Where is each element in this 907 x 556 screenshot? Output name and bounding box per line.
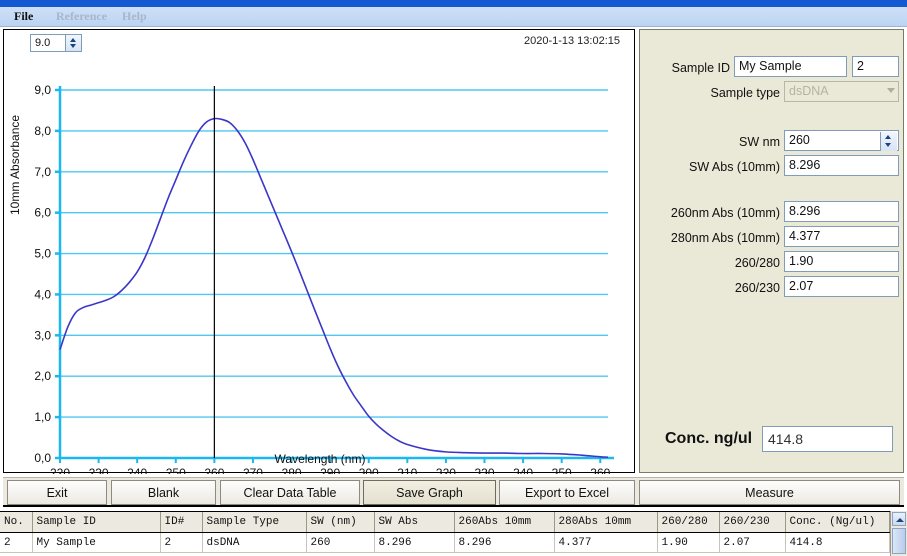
chevron-down-icon[interactable] [887, 88, 895, 93]
y-axis-tick-label: 9,0 [34, 83, 51, 97]
x-axis-tick-label: 330 [474, 466, 494, 474]
table-column-header[interactable]: ID# [160, 512, 203, 533]
y-axis-tick-label: 2,0 [34, 369, 51, 383]
x-axis-tick-label: 350 [552, 466, 572, 474]
y-axis-tick-label: 7,0 [34, 165, 51, 179]
table-column-header[interactable]: Sample Type [202, 512, 307, 533]
x-axis-tick-label: 310 [397, 466, 417, 474]
menu-item-reference: Reference [56, 9, 108, 23]
y-axis-tick-label: 1,0 [34, 410, 51, 424]
x-axis-tick-label: 240 [127, 466, 147, 474]
sample-id-label: Sample ID [671, 61, 730, 75]
x-axis-tick-label: 280 [282, 466, 302, 474]
action-button-bar: Exit Blank Clear Data Table Save Graph E… [3, 477, 904, 507]
y-axis-label: 10mm Absorbance [8, 114, 22, 215]
application-window: File Reference Help 9.0 2020-1-13 13:02:… [0, 0, 907, 556]
table-cell[interactable]: 2.07 [719, 532, 786, 553]
table-column-header[interactable]: SW Abs [374, 512, 455, 533]
sw-abs-value[interactable]: 8.296 [784, 155, 899, 176]
measure-button[interactable]: Measure [639, 480, 900, 505]
table-vertical-scrollbar[interactable] [890, 511, 907, 556]
spectrum-plot[interactable]: 0,01,02,03,04,05,06,07,08,09,0220 230 240 2… [4, 30, 636, 474]
x-axis-tick-label: 250 [166, 466, 186, 474]
x-axis-label: Wavelength (nm) [274, 452, 366, 466]
ratio-260-230-value[interactable]: 2.07 [784, 276, 899, 297]
x-axis-tick-label: 290 [320, 466, 340, 474]
table-column-header[interactable]: 260/280 [657, 512, 720, 533]
table-cell[interactable]: 4.377 [554, 532, 658, 553]
y-axis-tick-label: 8,0 [34, 124, 51, 138]
sw-nm-spinner[interactable] [880, 132, 897, 151]
triangle-up-icon [896, 518, 904, 522]
concentration-label: Conc. ng/ul [665, 430, 753, 447]
table-cell[interactable]: 2 [0, 532, 33, 553]
spinner-down-arrow-icon[interactable] [885, 143, 891, 147]
table-column-header[interactable]: 260/230 [719, 512, 786, 533]
table-cell[interactable]: My Sample [32, 532, 161, 553]
menu-item-file[interactable]: File [14, 9, 33, 24]
ratio-260-280-value[interactable]: 1.90 [784, 251, 899, 272]
abs280-label: 280nm Abs (10mm) [670, 231, 780, 245]
x-axis-tick-label: 320 [436, 466, 456, 474]
sample-number-input[interactable]: 2 [852, 56, 899, 77]
table-column-header[interactable]: 280Abs 10mm [554, 512, 658, 533]
x-axis-tick-label: 220 [50, 466, 70, 474]
table-cell[interactable]: 2 [160, 532, 203, 553]
x-axis-tick-label: 360 [590, 466, 610, 474]
y-axis-tick-label: 5,0 [34, 247, 51, 261]
clear-data-table-button[interactable]: Clear Data Table [220, 480, 360, 505]
sw-nm-label: SW nm [739, 135, 780, 149]
data-table-container[interactable]: No. Sample ID ID# Sample Type SW (nm) SW Abs 2… [0, 511, 907, 556]
sample-type-label: Sample type [710, 86, 780, 100]
title-bar [0, 0, 907, 7]
abs260-value[interactable]: 8.296 [784, 201, 899, 222]
x-axis-tick-label: 300 [359, 466, 379, 474]
blank-button[interactable]: Blank [111, 480, 216, 505]
table-column-header[interactable]: 260Abs 10mm [454, 512, 555, 533]
data-table: No. Sample ID ID# Sample Type SW (nm) SW Abs 2… [0, 512, 890, 553]
x-axis-tick-label: 260 [204, 466, 224, 474]
results-panel: Sample ID My Sample 2 Sample type dsDNA … [639, 29, 904, 473]
table-body: 2 My Sample 2 dsDNA 260 8.296 8.296 4.377 1.90 2.… [0, 532, 890, 553]
table-column-header[interactable]: SW (nm) [306, 512, 375, 533]
table-cell[interactable]: 8.296 [374, 532, 455, 553]
table-column-header[interactable]: No. [0, 512, 33, 533]
x-axis-tick-label: 270 [243, 466, 263, 474]
table-header-row: No. Sample ID ID# Sample Type SW (nm) SW Abs 2… [0, 512, 890, 533]
save-graph-button[interactable]: Save Graph [363, 480, 496, 505]
ratio-260-280-label: 260/280 [734, 256, 780, 270]
export-to-excel-button[interactable]: Export to Excel [499, 480, 635, 505]
scrollbar-thumb[interactable] [892, 528, 906, 554]
spectrum-curve [59, 117, 609, 458]
menu-item-help: Help [122, 9, 147, 23]
table-row[interactable]: 2 My Sample 2 dsDNA 260 8.296 8.296 4.377 1.90 2.… [0, 532, 890, 553]
x-axis-tick-label: 340 [513, 466, 533, 474]
abs280-value[interactable]: 4.377 [784, 226, 899, 247]
abs260-label: 260nm Abs (10mm) [670, 206, 780, 220]
chart-panel: 9.0 2020-1-13 13:02:15 0,0 1,0 2,0 3,0 4,0 5,… [3, 29, 636, 474]
table-cell[interactable]: dsDNA [202, 532, 307, 553]
y-axis-tick-label: 6,0 [34, 206, 51, 220]
table-cell[interactable]: 414.8 [785, 532, 890, 553]
x-axis-tick-label: 230 [89, 466, 109, 474]
y-axis-tick-label: 4,0 [34, 287, 51, 301]
y-axis-tick-label: 3,0 [34, 328, 51, 342]
table-cell[interactable]: 260 [306, 532, 375, 553]
table-cell[interactable]: 8.296 [454, 532, 555, 553]
table-column-header[interactable]: Conc. (Ng/ul) [785, 512, 890, 533]
concentration-value[interactable]: 414.8 [762, 426, 893, 452]
sw-abs-label: SW Abs (10mm) [689, 160, 780, 174]
sample-id-input[interactable]: My Sample [734, 56, 847, 77]
ratio-260-230-label: 260/230 [734, 281, 780, 295]
table-cell[interactable]: 1.90 [657, 532, 720, 553]
menu-bar: File Reference Help [0, 7, 907, 27]
scroll-up-arrow-icon[interactable] [892, 512, 906, 526]
table-column-header[interactable]: Sample ID [32, 512, 161, 533]
spinner-up-arrow-icon[interactable] [885, 135, 891, 139]
sw-nm-input[interactable]: 260 [784, 130, 899, 151]
exit-button[interactable]: Exit [7, 480, 107, 505]
sample-type-select[interactable]: dsDNA [784, 81, 899, 102]
